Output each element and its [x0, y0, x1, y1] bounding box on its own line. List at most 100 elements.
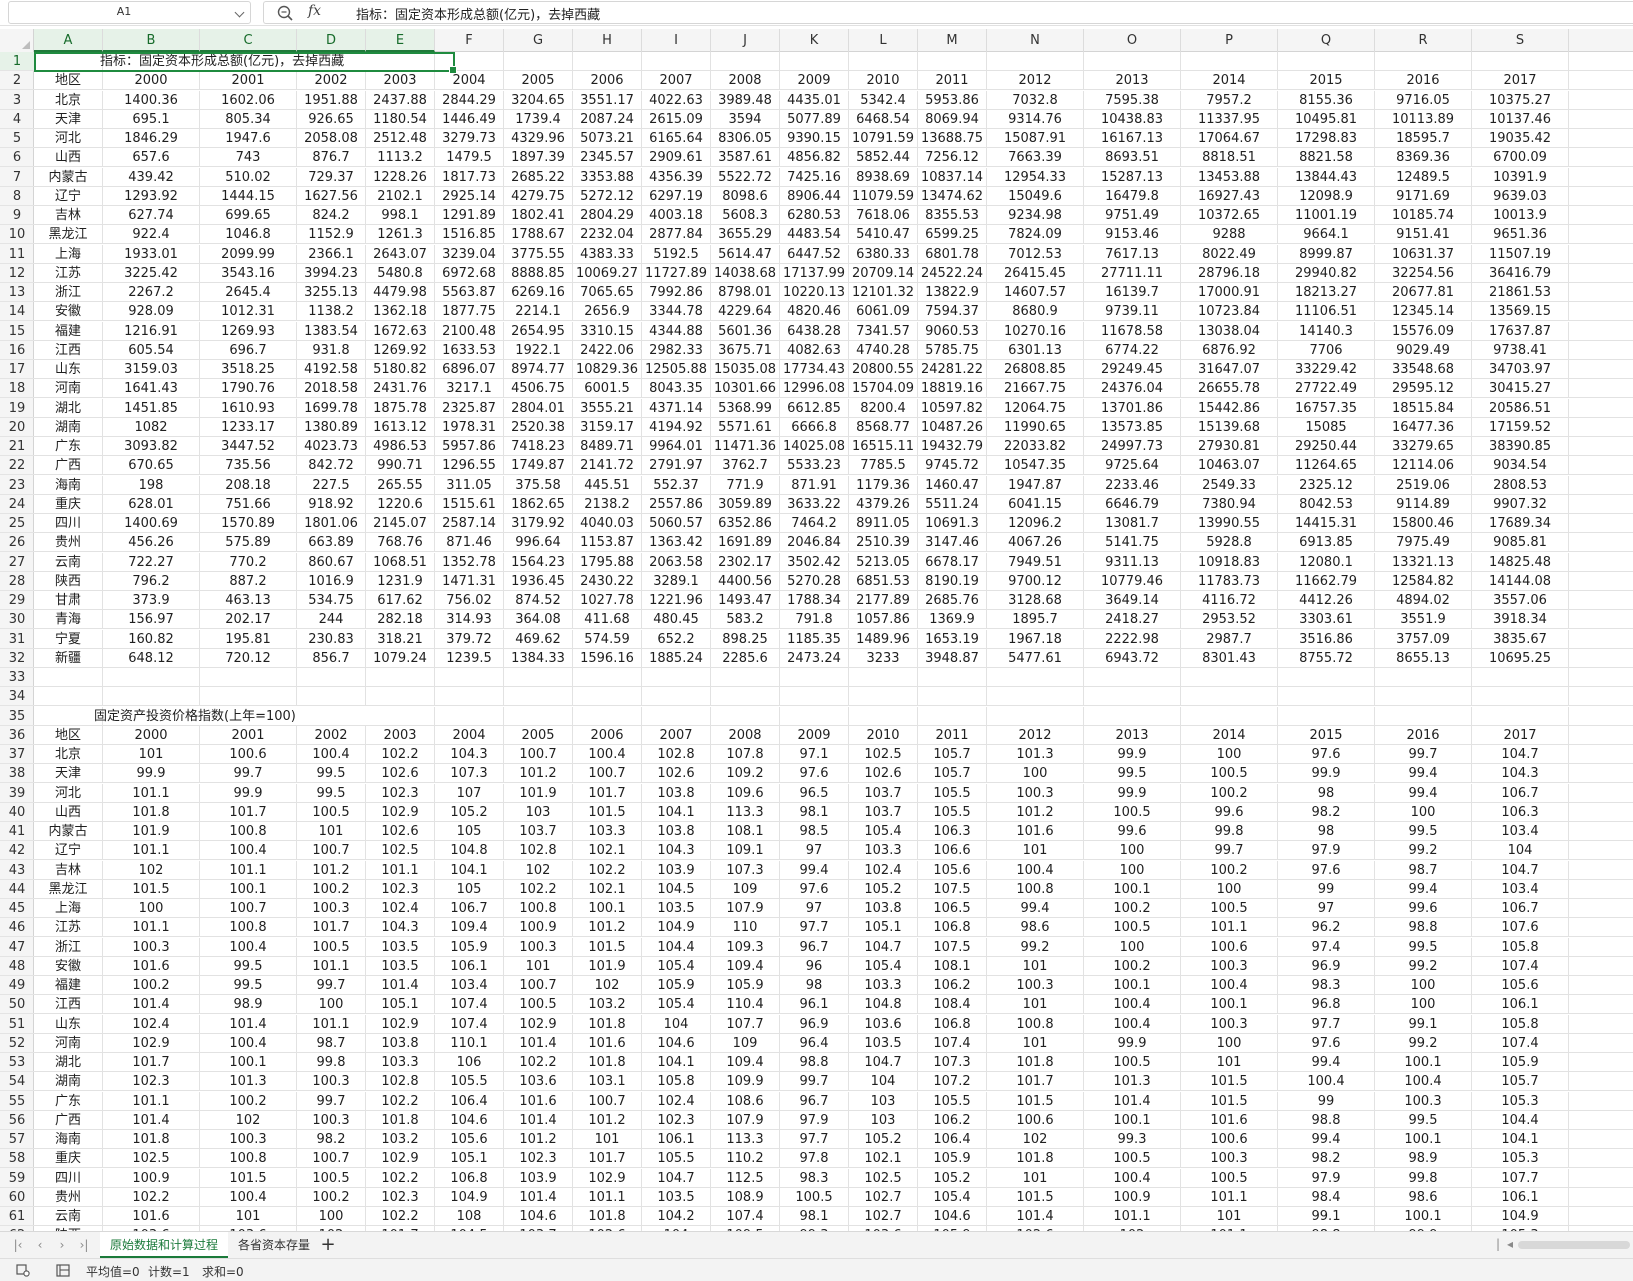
- cell-i53[interactable]: 104.1: [642, 1053, 711, 1072]
- cell-e4[interactable]: 1180.54: [366, 109, 435, 129]
- add-sheet-icon[interactable]: +: [318, 1235, 338, 1255]
- cell-h46[interactable]: 101.2: [573, 918, 642, 938]
- cell-q8[interactable]: 12098.9: [1278, 186, 1375, 206]
- cell-n58[interactable]: 101.8: [987, 1149, 1084, 1169]
- cell-c50[interactable]: 98.9: [200, 995, 297, 1015]
- cell-d12[interactable]: 3994.23: [297, 263, 366, 283]
- cell-q21[interactable]: 29250.44: [1278, 437, 1375, 456]
- cell-s53[interactable]: 105.9: [1472, 1053, 1569, 1072]
- cell-h22[interactable]: 2141.72: [573, 456, 642, 476]
- cell-k32[interactable]: 2473.24: [780, 648, 849, 668]
- cell-o54[interactable]: 101.3: [1084, 1072, 1181, 1092]
- cell-d56[interactable]: 100.3: [297, 1110, 366, 1130]
- cell-g45[interactable]: 100.8: [504, 899, 573, 918]
- cell-e16[interactable]: 1269.92: [366, 340, 435, 360]
- cell-g41[interactable]: 103.7: [504, 822, 573, 841]
- cell-i9[interactable]: 4003.18: [642, 206, 711, 225]
- cell-l55[interactable]: 103: [849, 1091, 918, 1111]
- cell-h55[interactable]: 100.7: [573, 1091, 642, 1111]
- cell-m2[interactable]: 2011: [918, 71, 987, 91]
- cell-j57[interactable]: 113.3: [711, 1130, 780, 1149]
- cell-e55[interactable]: 102.2: [366, 1091, 435, 1111]
- cell-b49[interactable]: 100.2: [103, 976, 200, 995]
- cell-k3[interactable]: 4435.01: [780, 90, 849, 110]
- row-header-59[interactable]: 59: [0, 1169, 34, 1188]
- cell-h7[interactable]: 3353.88: [573, 167, 642, 187]
- cell-o57[interactable]: 99.3: [1084, 1130, 1181, 1149]
- row-header-4[interactable]: 4: [0, 110, 34, 129]
- row-header-8[interactable]: 8: [0, 187, 34, 206]
- cell-m27[interactable]: 6678.17: [918, 552, 987, 572]
- cell-k53[interactable]: 98.8: [780, 1053, 849, 1072]
- cell-f61[interactable]: 108: [435, 1207, 504, 1226]
- cell-b26[interactable]: 456.26: [103, 533, 200, 553]
- cell-p55[interactable]: 101.5: [1181, 1091, 1278, 1111]
- cell-i18[interactable]: 8043.35: [642, 379, 711, 399]
- cell-r1[interactable]: [1375, 52, 1472, 71]
- cell-o56[interactable]: 100.1: [1084, 1110, 1181, 1130]
- cell-c28[interactable]: 887.2: [200, 571, 297, 591]
- cell-p44[interactable]: 100: [1181, 879, 1278, 899]
- cell-a7[interactable]: 内蒙古: [34, 167, 103, 187]
- cell-h48[interactable]: 101.9: [573, 956, 642, 976]
- cell-c11[interactable]: 2099.99: [200, 244, 297, 264]
- cell-g49[interactable]: 100.7: [504, 976, 573, 995]
- row-header-22[interactable]: 22: [0, 456, 34, 476]
- cell-k18[interactable]: 12996.08: [780, 379, 849, 399]
- cell-d42[interactable]: 100.7: [297, 841, 366, 861]
- cell-r59[interactable]: 99.8: [1375, 1168, 1472, 1188]
- cell-n48[interactable]: 101: [987, 956, 1084, 976]
- cell-f8[interactable]: 2925.14: [435, 186, 504, 206]
- cell-k41[interactable]: 98.5: [780, 822, 849, 841]
- cell-d61[interactable]: 100: [297, 1207, 366, 1226]
- cell-j55[interactable]: 108.6: [711, 1091, 780, 1111]
- cell-f20[interactable]: 1978.31: [435, 417, 504, 437]
- cell-r38[interactable]: 99.4: [1375, 764, 1472, 784]
- cell-f29[interactable]: 756.02: [435, 591, 504, 610]
- cell-a48[interactable]: 安徽: [34, 956, 103, 976]
- cell-g20[interactable]: 2520.38: [504, 417, 573, 437]
- cell-n23[interactable]: 1947.87: [987, 475, 1084, 495]
- cell-p61[interactable]: 101: [1181, 1207, 1278, 1226]
- cell-k48[interactable]: 96: [780, 956, 849, 976]
- cell-p27[interactable]: 10918.83: [1181, 552, 1278, 572]
- cell-g61[interactable]: 104.6: [504, 1207, 573, 1226]
- cell-k13[interactable]: 10220.13: [780, 283, 849, 302]
- cell-a37[interactable]: 北京: [34, 745, 103, 764]
- cell-a30[interactable]: 青海: [34, 610, 103, 630]
- cell-a22[interactable]: 广西: [34, 456, 103, 476]
- cell-q36[interactable]: 2015: [1278, 725, 1375, 745]
- row-header-44[interactable]: 44: [0, 880, 34, 899]
- cell-l59[interactable]: 102.5: [849, 1168, 918, 1188]
- cell-i16[interactable]: 2982.33: [642, 340, 711, 360]
- cell-g46[interactable]: 100.9: [504, 918, 573, 938]
- cell-j43[interactable]: 107.3: [711, 860, 780, 880]
- cell-f15[interactable]: 2100.48: [435, 321, 504, 341]
- cell-l17[interactable]: 20800.55: [849, 360, 918, 379]
- cell-q53[interactable]: 99.4: [1278, 1053, 1375, 1072]
- cell-a49[interactable]: 福建: [34, 976, 103, 995]
- cell-r46[interactable]: 98.8: [1375, 918, 1472, 938]
- cell-g30[interactable]: 364.08: [504, 610, 573, 630]
- row-header-18[interactable]: 18: [0, 379, 34, 399]
- cell-s16[interactable]: 9738.41: [1472, 340, 1569, 360]
- cell-g40[interactable]: 103: [504, 802, 573, 822]
- cell-d14[interactable]: 1138.2: [297, 302, 366, 322]
- cell-r49[interactable]: 100: [1375, 976, 1472, 995]
- cell-r41[interactable]: 99.5: [1375, 822, 1472, 841]
- cell-l9[interactable]: 7618.06: [849, 206, 918, 225]
- cell-g43[interactable]: 102: [504, 860, 573, 880]
- cell-r57[interactable]: 100.1: [1375, 1130, 1472, 1149]
- cell-p21[interactable]: 27930.81: [1181, 437, 1278, 456]
- cell-f41[interactable]: 105: [435, 822, 504, 841]
- cell-a42[interactable]: 辽宁: [34, 841, 103, 861]
- cell-q16[interactable]: 7706: [1278, 340, 1375, 360]
- cell-g28[interactable]: 1936.45: [504, 571, 573, 591]
- cell-o7[interactable]: 15287.13: [1084, 167, 1181, 187]
- cell-r2[interactable]: 2016: [1375, 71, 1472, 91]
- cell-l1[interactable]: [849, 52, 918, 71]
- cell-e44[interactable]: 102.3: [366, 879, 435, 899]
- cell-j34[interactable]: [711, 687, 780, 707]
- cell-k7[interactable]: 7425.16: [780, 167, 849, 187]
- cell-e42[interactable]: 102.5: [366, 841, 435, 861]
